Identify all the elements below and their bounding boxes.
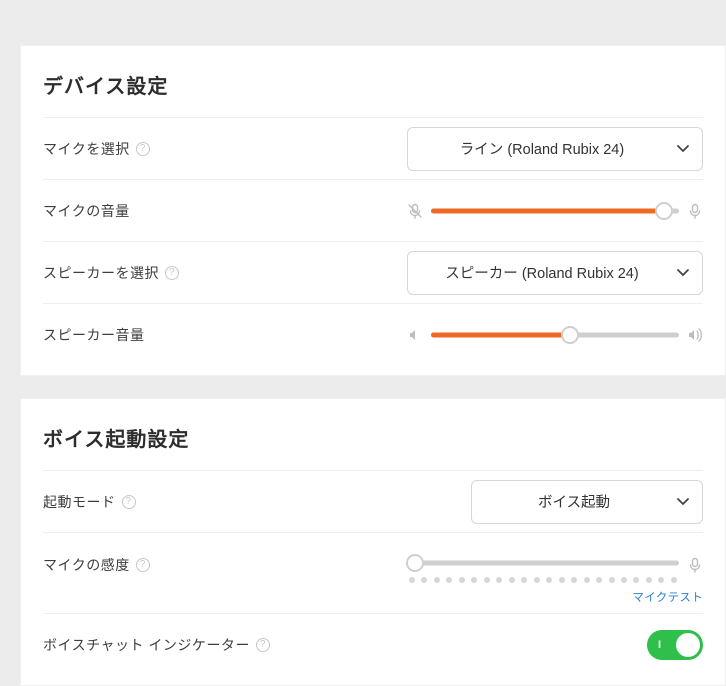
mic-sensitivity-box: マイクテスト [407,553,703,605]
activation-mode-select[interactable]: ボイス起動 [471,480,703,524]
slider-thumb[interactable] [406,554,424,572]
mic-test-link[interactable]: マイクテスト [407,589,703,605]
voice-settings-title: ボイス起動設定 [43,399,703,470]
activation-mode-label: 起動モード [43,492,116,512]
meter-dot [459,577,465,583]
help-icon[interactable]: ? [136,558,150,572]
device-settings-card: デバイス設定 マイクを選択 ? ライン (Roland Rubix 24) マイ… [20,45,726,376]
meter-dot [671,577,677,583]
activation-mode-wrap: ボイス起動 [471,480,703,524]
voice-indicator-row: ボイスチャット インジケーター ? I [43,613,703,675]
meter-dot [546,577,552,583]
speaker-volume-label: スピーカー音量 [43,325,145,345]
mic-icon [687,557,703,573]
meter-dot [633,577,639,583]
voice-settings-card: ボイス起動設定 起動モード ? ボイス起動 マイクの感度 ? [20,398,726,686]
meter-dot [434,577,440,583]
slider-fill [431,332,570,337]
meter-dot [446,577,452,583]
toggle-on-label: I [658,639,661,651]
mic-select[interactable]: ライン (Roland Rubix 24) [407,127,703,171]
mic-select-label-wrap: マイクを選択 ? [43,139,150,159]
meter-dot [521,577,527,583]
activation-mode-row: 起動モード ? ボイス起動 [43,470,703,532]
mic-sensitivity-slider[interactable] [407,553,679,573]
mic-sensitivity-row: マイクの感度 ? [43,532,703,613]
voice-indicator-toggle[interactable]: I [647,630,703,660]
meter-dot [596,577,602,583]
speaker-volume-slider[interactable] [431,325,679,345]
mic-select-wrap: ライン (Roland Rubix 24) [407,127,703,171]
toggle-knob [676,633,700,657]
device-settings-title: デバイス設定 [43,46,703,117]
voice-indicator-control: I [647,630,703,660]
meter-dot [534,577,540,583]
slider-thumb[interactable] [655,202,673,220]
mic-volume-label: マイクの音量 [43,201,130,221]
mic-volume-control [407,201,703,221]
mic-icon [687,203,703,219]
speaker-select-wrap: スピーカー (Roland Rubix 24) [407,251,703,295]
speaker-select-label: スピーカーを選択 [43,263,159,283]
voice-indicator-label-wrap: ボイスチャット インジケーター ? [43,635,270,655]
speaker-select-label-wrap: スピーカーを選択 ? [43,263,179,283]
mic-sensitivity-label: マイクの感度 [43,555,130,575]
meter-dot [471,577,477,583]
meter-dot [584,577,590,583]
meter-dot [484,577,490,583]
meter-dot [421,577,427,583]
speaker-volume-control [407,325,703,345]
slider-track [407,561,679,566]
meter-dot [646,577,652,583]
mic-muted-icon [407,203,423,219]
meter-dot [658,577,664,583]
meter-dot [509,577,515,583]
help-icon[interactable]: ? [122,495,136,509]
mic-sensitivity-label-wrap: マイクの感度 ? [43,555,150,575]
activation-mode-label-wrap: 起動モード ? [43,492,136,512]
voice-indicator-label: ボイスチャット インジケーター [43,635,250,655]
volume-low-icon [407,327,423,343]
speaker-select-row: スピーカーを選択 ? スピーカー (Roland Rubix 24) [43,241,703,303]
slider-fill [431,208,664,213]
slider-thumb[interactable] [561,326,579,344]
meter-dot [609,577,615,583]
meter-dot [409,577,415,583]
meter-dot [571,577,577,583]
speaker-volume-row: スピーカー音量 [43,303,703,365]
mic-select-row: マイクを選択 ? ライン (Roland Rubix 24) [43,117,703,179]
mic-select-label: マイクを選択 [43,139,130,159]
help-icon[interactable]: ? [165,266,179,280]
volume-high-icon [687,327,703,343]
help-icon[interactable]: ? [256,638,270,652]
sensitivity-meter [407,577,679,583]
mic-sensitivity-control: マイクテスト [407,553,703,605]
help-icon[interactable]: ? [136,142,150,156]
mic-volume-slider[interactable] [431,201,679,221]
meter-dot [559,577,565,583]
mic-volume-row: マイクの音量 [43,179,703,241]
speaker-select[interactable]: スピーカー (Roland Rubix 24) [407,251,703,295]
meter-dot [496,577,502,583]
meter-dot [621,577,627,583]
